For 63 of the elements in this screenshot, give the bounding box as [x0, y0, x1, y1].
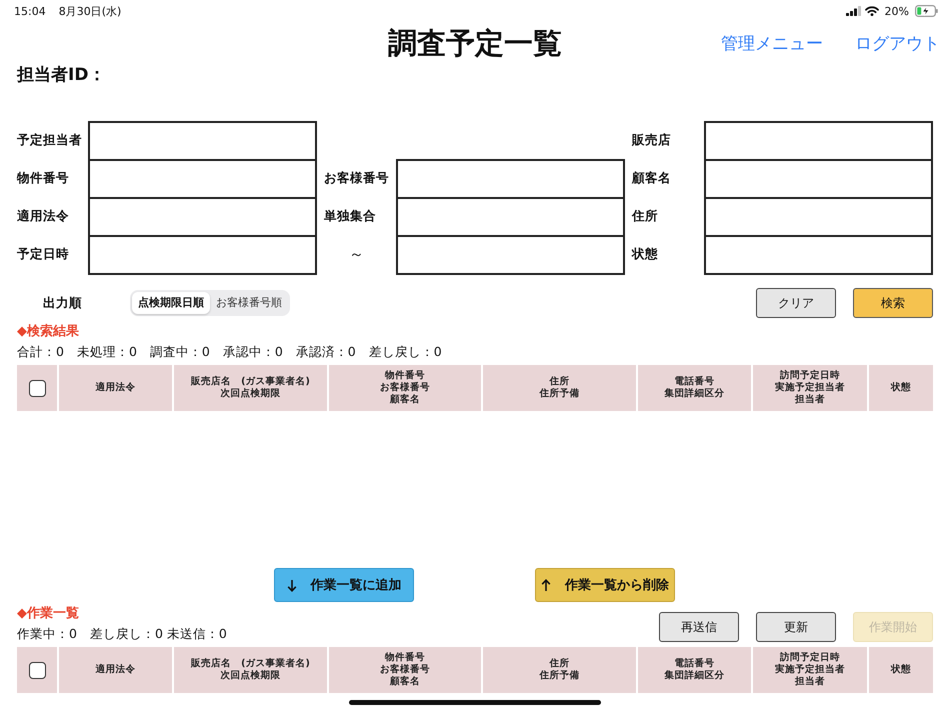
arrow-down-icon [286, 578, 296, 592]
column-header: 状態 [869, 647, 933, 693]
column-header: 適用法令 [59, 647, 172, 693]
battery-charging-icon [915, 5, 938, 17]
remove-from-worklist-button[interactable]: 作業一覧から削除 [535, 568, 675, 602]
text-field[interactable] [396, 159, 625, 199]
output-order-label: 出力順 [43, 294, 82, 312]
field-label: 物件番号 [17, 170, 70, 186]
column-header: 訪問予定日時 実施予定担当者 担当者 [753, 365, 867, 411]
segment-option[interactable]: お客様番号順 [210, 292, 288, 314]
select-all-checkbox[interactable] [28, 662, 46, 678]
refresh-button[interactable]: 更新 [756, 612, 836, 642]
text-field[interactable] [88, 159, 317, 199]
field-label: 予定日時 [17, 246, 70, 262]
text-field[interactable] [704, 159, 933, 199]
column-header: 訪問予定日時 実施予定担当者 担当者 [753, 647, 867, 693]
field-label: 適用法令 [17, 208, 70, 224]
field-label: 単独集合 [323, 208, 377, 224]
column-header: 物件番号 お客様番号 顧客名 [329, 647, 481, 693]
segment-option[interactable]: 点検期限日順 [132, 292, 210, 314]
wifi-icon [864, 6, 879, 16]
text-field[interactable] [396, 235, 625, 275]
field-label: 状態 [630, 246, 659, 262]
text-field[interactable] [88, 197, 317, 237]
add-to-worklist-button[interactable]: 作業一覧に追加 [274, 568, 414, 602]
status-counts: 作業中：0 差し戻し：0 未送信：0 [17, 626, 228, 642]
column-header: 状態 [869, 365, 933, 411]
text-field[interactable] [396, 197, 625, 237]
field-label: 住所 [630, 208, 659, 224]
arrow-up-icon [541, 578, 551, 592]
column-header: 物件番号 お客様番号 顧客名 [329, 365, 481, 411]
nav-link[interactable]: 管理メニュー [721, 32, 823, 54]
resend-button[interactable]: 再送信 [659, 612, 739, 642]
status-counts: 合計：0 未処理：0 調査中：0 承認中：0 承認済：0 差し戻し：0 [17, 344, 443, 360]
column-header: 住所 住所予備 [483, 365, 636, 411]
clear-button[interactable]: クリア [756, 288, 836, 318]
section-heading: ◆検索結果 [17, 324, 80, 340]
column-header: 電話番号 集団詳細区分 [638, 647, 751, 693]
range-separator: ～ [348, 244, 365, 264]
section-heading: ◆作業一覧 [17, 606, 80, 622]
text-field[interactable] [704, 197, 933, 237]
field-label: 予定担当者 [17, 132, 83, 148]
column-header: 販売店名 (ガス事業者名) 次回点検期限 [174, 365, 327, 411]
column-header: 販売店名 (ガス事業者名) 次回点検期限 [174, 647, 327, 693]
search-button[interactable]: 検索 [853, 288, 933, 318]
battery-percent: 20% [884, 4, 909, 18]
field-label: 顧客名 [630, 170, 672, 186]
page-title: 調査予定一覧 [388, 25, 562, 62]
select-all-checkbox[interactable] [28, 380, 46, 396]
user-id-label: 担当者ID： [17, 65, 106, 85]
signal-icon [846, 6, 861, 16]
field-label: お客様番号 [323, 170, 390, 186]
column-header: 電話番号 集団詳細区分 [638, 365, 751, 411]
status-time: 15:04 [14, 4, 46, 18]
text-field[interactable] [704, 235, 933, 275]
text-field[interactable] [88, 121, 317, 161]
column-header: 住所 住所予備 [483, 647, 636, 693]
text-field[interactable] [704, 121, 933, 161]
status-date: 8月30日(水) [58, 4, 122, 18]
text-field[interactable] [88, 235, 317, 275]
field-label: 販売店 [630, 132, 672, 148]
nav-link[interactable]: ログアウト [855, 32, 940, 54]
column-header: 適用法令 [59, 365, 172, 411]
